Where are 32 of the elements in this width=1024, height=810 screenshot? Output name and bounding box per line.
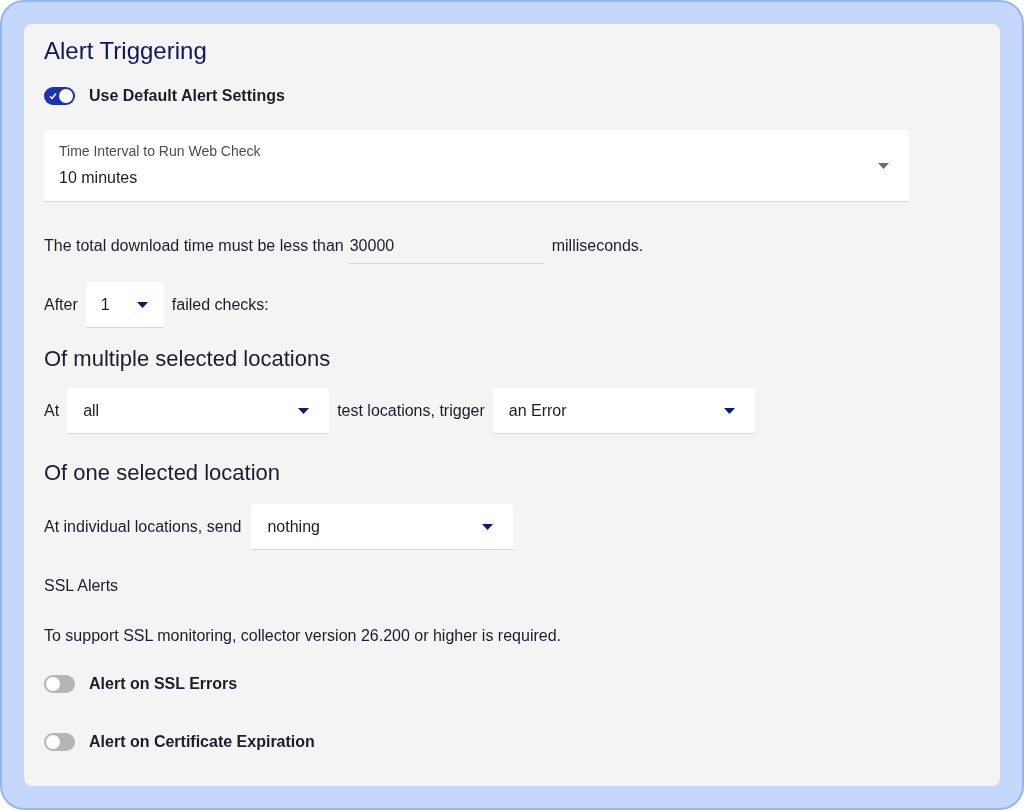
- row-text: test locations, trigger: [337, 401, 485, 421]
- toggle-label: Use Default Alert Settings: [89, 86, 285, 106]
- field-label: Time Interval to Run Web Check: [59, 142, 261, 161]
- dropdown-select[interactable]: all: [67, 388, 330, 434]
- row-text: milliseconds.: [551, 236, 644, 256]
- toggle-switch[interactable]: [44, 87, 75, 105]
- toggle-label: Alert on Certificate Expiration: [89, 732, 315, 752]
- caret-icon: [482, 523, 494, 530]
- toggle-switch[interactable]: [44, 675, 75, 693]
- row-text: At individual locations, send: [44, 517, 242, 537]
- check-icon: [49, 92, 57, 100]
- section-title: Alert Triggering: [44, 36, 208, 66]
- interval-select[interactable]: Time Interval to Run Web Check 10 minutes: [44, 130, 909, 202]
- section-heading: Of multiple selected locations: [44, 345, 332, 373]
- caret-icon: [136, 301, 148, 308]
- dropdown-select[interactable]: an Error: [492, 388, 755, 434]
- dropdown-select[interactable]: nothing: [251, 504, 514, 550]
- row-text: At: [44, 401, 60, 421]
- caret-icon: [878, 162, 889, 169]
- toggle-label: Alert on SSL Errors: [89, 674, 238, 694]
- section-heading: Of one selected location: [44, 459, 282, 487]
- dropdown-select[interactable]: 1: [85, 282, 164, 328]
- caret-icon: [298, 407, 310, 414]
- input-field[interactable]: 30000: [347, 228, 544, 264]
- info-text: To support SSL monitoring, collector version 26.200 or higher is required.: [44, 626, 562, 646]
- row-text: The total download time must be less than: [44, 236, 344, 256]
- row-text: After: [44, 295, 78, 315]
- toggle-switch[interactable]: [44, 733, 75, 751]
- caret-icon: [723, 407, 735, 414]
- row-text: failed checks:: [171, 295, 269, 315]
- subsection-label: SSL Alerts: [44, 576, 120, 596]
- field-value: 10 minutes: [59, 168, 138, 188]
